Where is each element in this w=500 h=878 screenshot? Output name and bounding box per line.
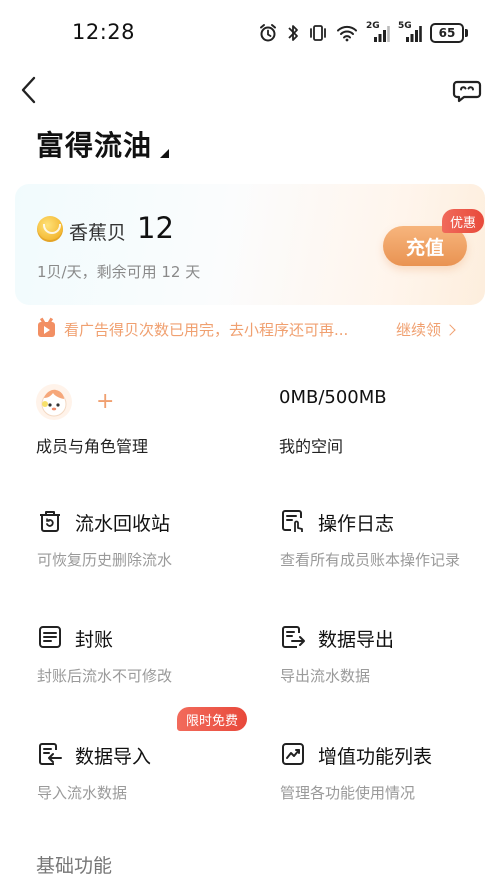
- status-time: 12:28: [72, 20, 136, 44]
- tv-icon: [38, 321, 55, 337]
- feature-value-added-list[interactable]: 增值功能列表 管理各功能使用情况: [280, 741, 480, 811]
- data-import-icon: [37, 741, 63, 767]
- my-space-link[interactable]: 我的空间: [279, 433, 343, 457]
- wifi-icon: [336, 22, 358, 44]
- chevron-right-icon: [444, 323, 456, 336]
- feature-title: 操作日志: [318, 513, 395, 535]
- battery-level: 65: [430, 23, 464, 43]
- section-title-basic: 基础功能: [36, 855, 113, 877]
- feature-title: 增值功能列表: [318, 746, 433, 768]
- signal-2g-label: 2G: [366, 21, 380, 31]
- continue-claim-link[interactable]: 继续领: [396, 319, 456, 340]
- feature-desc: 导出流水数据: [280, 667, 371, 685]
- chevron-left-icon: [21, 76, 36, 104]
- ad-reward-text: 看广告得贝次数已用完，去小程序还可再...: [64, 320, 349, 339]
- vibrate-icon: [308, 22, 328, 44]
- signal-5g-icon: 5G: [398, 21, 422, 44]
- data-export-icon: [280, 624, 306, 650]
- alarm-icon: [258, 22, 278, 44]
- battery-icon: 65: [430, 23, 468, 43]
- book-switcher[interactable]: 富得流油: [36, 124, 170, 164]
- coin-label: 香蕉贝: [69, 222, 127, 244]
- feature-desc: 管理各功能使用情况: [280, 784, 416, 802]
- coin-description: 1贝/天，剩余可用 12 天: [37, 263, 201, 281]
- member-avatar[interactable]: [36, 384, 72, 420]
- customer-service-icon: [452, 80, 482, 103]
- limited-free-badge: 限时免费: [177, 707, 248, 731]
- feature-recycle-bin[interactable]: 流水回收站 可恢复历史删除流水: [37, 508, 237, 578]
- operation-log-icon: [280, 508, 306, 534]
- feature-title: 数据导出: [318, 629, 395, 651]
- member-role-management[interactable]: 成员与角色管理: [36, 433, 148, 457]
- feature-desc: 导入流水数据: [37, 784, 128, 802]
- feature-seal-ledger[interactable]: 封账 封账后流水不可修改: [37, 624, 237, 694]
- add-member-button[interactable]: +: [96, 389, 114, 414]
- continue-claim-label: 继续领: [396, 320, 442, 339]
- status-bar: 12:28 2G 5G 65: [0, 0, 500, 66]
- ad-reward-row[interactable]: 看广告得贝次数已用完，去小程序还可再... 继续领: [38, 318, 468, 340]
- recycle-bin-icon: [37, 508, 63, 534]
- feature-desc: 查看所有成员账本操作记录: [280, 551, 461, 569]
- feature-title: 封账: [75, 629, 114, 651]
- status-icons: 2G 5G 65: [258, 21, 468, 44]
- bluetooth-icon: [286, 22, 300, 44]
- coin-balance: 12: [137, 211, 174, 245]
- signal-5g-label: 5G: [398, 21, 412, 31]
- dropdown-triangle-icon: [160, 149, 170, 158]
- book-title: 富得流油: [36, 129, 153, 162]
- feature-title: 数据导入: [75, 746, 152, 768]
- signal-2g-icon: 2G: [366, 21, 390, 44]
- back-button[interactable]: [18, 75, 42, 105]
- discount-badge: 优惠: [442, 209, 485, 233]
- seal-ledger-icon: [37, 624, 63, 650]
- feature-data-import[interactable]: 数据导入 导入流水数据: [37, 741, 237, 811]
- member-card: 香蕉贝 12 1贝/天，剩余可用 12 天 充值 优惠: [15, 184, 485, 305]
- feature-desc: 封账后流水不可修改: [37, 667, 173, 685]
- value-added-icon: [280, 741, 306, 767]
- feature-title: 流水回收站: [75, 513, 171, 535]
- storage-usage: 0MB/500MB: [279, 387, 387, 408]
- feature-operation-log[interactable]: 操作日志 查看所有成员账本操作记录: [280, 508, 480, 578]
- customer-service-button[interactable]: [452, 76, 482, 104]
- banana-coin-icon: [37, 216, 63, 242]
- feature-desc: 可恢复历史删除流水: [37, 551, 173, 569]
- feature-data-export[interactable]: 数据导出 导出流水数据: [280, 624, 480, 694]
